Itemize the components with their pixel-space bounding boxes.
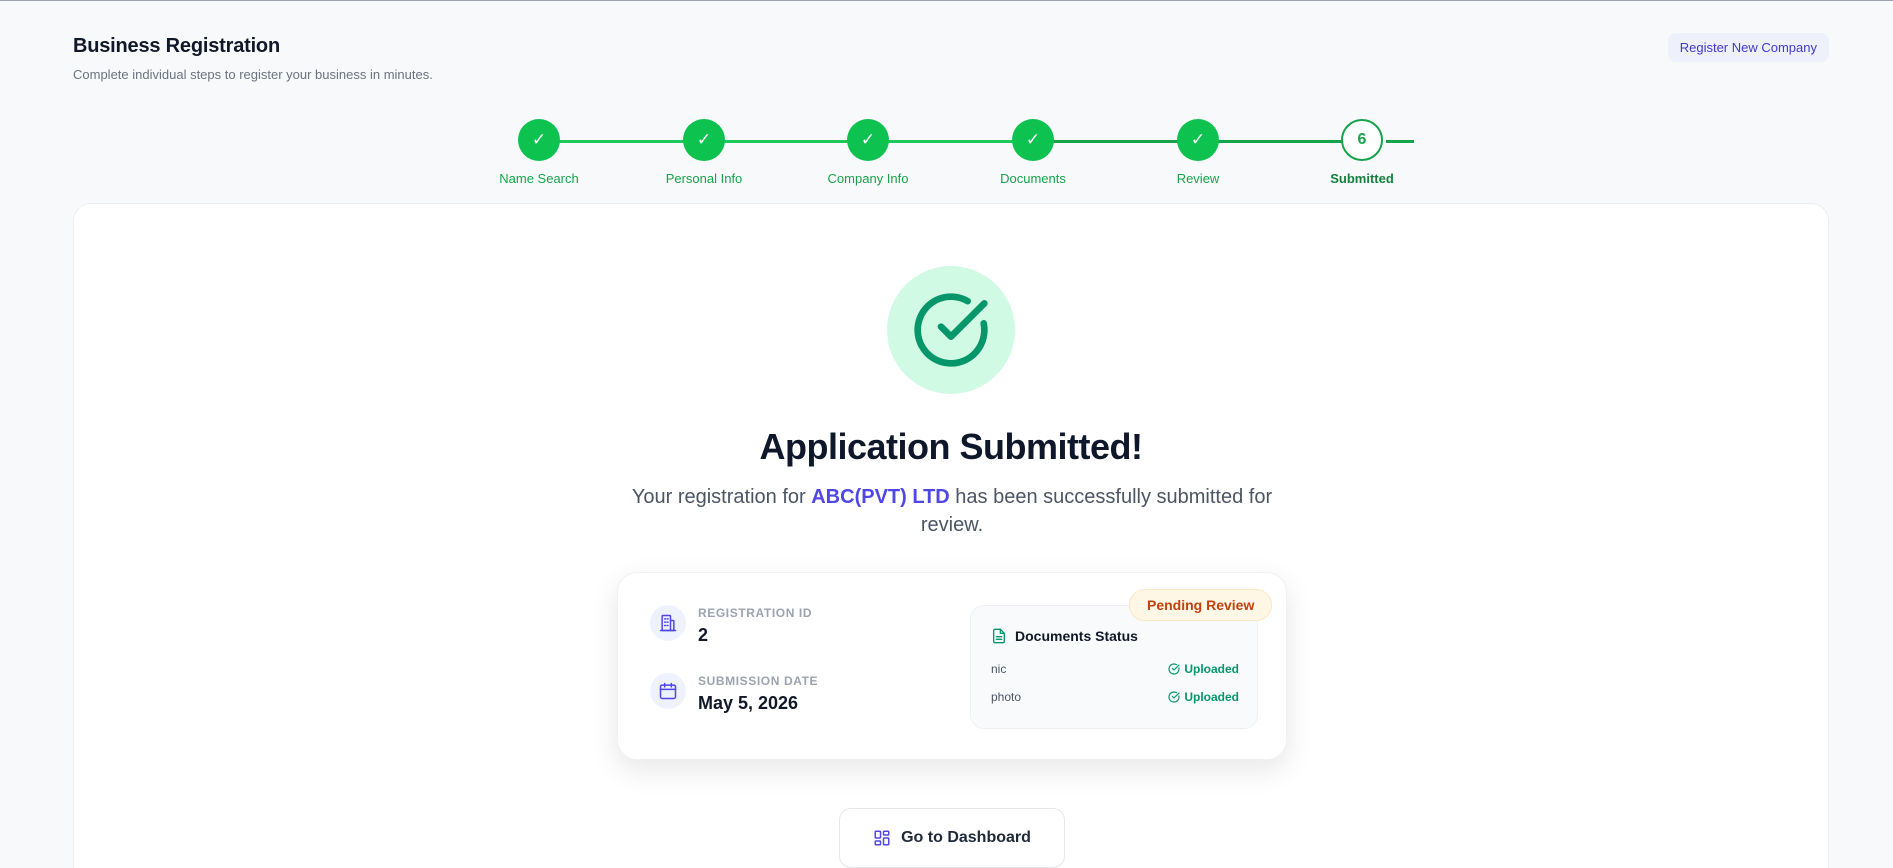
step-label: Documents [1000,171,1066,186]
step-label: Name Search [499,171,579,186]
page-header: Business Registration Complete individua… [73,35,433,82]
submission-date-label: SUBMISSION DATE [698,674,819,688]
step-company-info[interactable]: ✓ Company Info [803,119,933,186]
register-new-company-button[interactable]: Register New Company [1667,33,1829,62]
documents-status-panel: Documents Status nic Uploaded photo Uplo… [970,605,1258,729]
message-prefix: Your registration for [631,486,806,508]
step-check-icon: ✓ [683,119,725,161]
step-label: Personal Info [665,171,743,186]
step-review[interactable]: ✓ Review [1133,119,1263,186]
step-personal-info[interactable]: ✓ Personal Info [639,119,769,186]
submission-card: Application Submitted! Your registration… [73,203,1829,868]
step-submitted[interactable]: 6 Submitted [1297,119,1427,186]
dashboard-icon [874,830,890,846]
documents-status-title: Documents Status [991,628,1138,644]
check-circle-icon [887,266,1015,394]
step-check-icon: ✓ [847,119,889,161]
document-name: nic [991,662,1007,676]
document-name: photo [991,690,1022,704]
progress-stepper: ✓ Name Search ✓ Personal Info ✓ Company … [0,119,1893,189]
building-icon [650,605,686,641]
submission-date-value: May 5, 2026 [698,693,799,713]
step-number: 6 [1341,119,1383,161]
document-icon [993,628,1005,644]
document-row: photo Uploaded [991,690,1239,704]
registration-id-label: REGISTRATION ID [698,606,813,620]
step-check-icon: ✓ [518,119,560,161]
calendar-icon [650,673,686,709]
registration-details-card: REGISTRATION ID 2 SUBMISSION DATE May 5,… [617,572,1287,760]
step-label: Company Info [827,171,909,186]
step-label: Submitted [1330,171,1394,186]
step-documents[interactable]: ✓ Documents [968,119,1098,186]
document-status: Uploaded [1168,662,1239,676]
page-subtitle: Complete individual steps to register yo… [73,67,433,82]
page-title: Business Registration [73,35,280,57]
step-label: Review [1176,171,1220,186]
check-circle-icon [1168,691,1180,703]
success-title: Application Submitted! [759,426,1143,467]
step-check-icon: ✓ [1012,119,1054,161]
submission-date-row: SUBMISSION DATE May 5, 2026 [650,673,818,714]
registration-id-value: 2 [698,625,709,645]
company-name: ABC(PVT) LTD [811,486,950,508]
document-row: nic Uploaded [991,662,1239,676]
step-name-search[interactable]: ✓ Name Search [474,119,604,186]
success-message: Your registration for ABC(PVT) LTD has b… [614,483,1290,539]
status-badge: Pending Review [1129,589,1273,621]
document-status: Uploaded [1168,690,1239,704]
go-to-dashboard-button[interactable]: Go to Dashboard [839,808,1065,868]
registration-id-row: REGISTRATION ID 2 [650,605,812,646]
check-circle-icon [1168,663,1180,675]
step-check-icon: ✓ [1177,119,1219,161]
message-suffix: has been successfully submitted for revi… [920,486,1273,536]
